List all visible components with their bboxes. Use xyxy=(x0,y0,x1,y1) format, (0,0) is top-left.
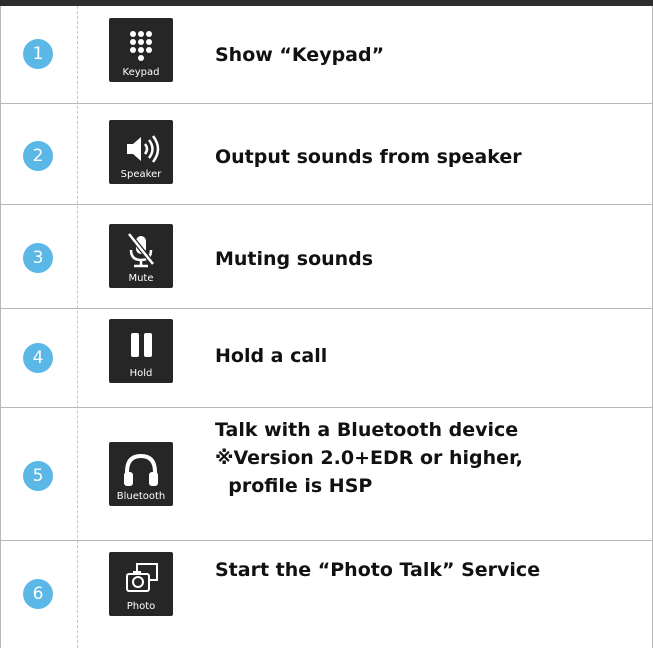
icon-label: Speaker xyxy=(120,169,162,180)
speaker-icon[interactable]: Speaker xyxy=(109,120,173,184)
table-row: 6 Photo Start the “Photo Talk” Service xyxy=(1,541,652,648)
row-description: Start the “Photo Talk” Service xyxy=(215,559,541,581)
row-number-badge: 6 xyxy=(23,579,53,609)
row-number-badge: 3 xyxy=(23,243,53,273)
hold-icon[interactable]: Hold xyxy=(109,319,173,383)
table-row: 4 Hold Hold a call xyxy=(1,309,652,408)
row-number-badge: 5 xyxy=(23,461,53,491)
bluetooth-headphones-icon[interactable]: Bluetooth xyxy=(109,442,173,506)
row-description: Output sounds from speaker xyxy=(215,146,522,168)
table-row: 1 Keypad Show “Keypad” xyxy=(1,6,652,104)
row-description: Show “Keypad” xyxy=(215,44,385,66)
row-description-line: ※Version 2.0+EDR or higher, xyxy=(215,447,523,469)
row-description: Muting sounds xyxy=(215,248,374,270)
icon-label: Hold xyxy=(129,368,153,379)
row-number-badge: 1 xyxy=(23,39,53,69)
table-row: 5 Bluetooth Talk with a Bluetooth device… xyxy=(1,408,652,541)
photo-icon[interactable]: Photo xyxy=(109,552,173,616)
icon-label: Bluetooth xyxy=(116,491,166,502)
mute-icon[interactable]: Mute xyxy=(109,224,173,288)
keypad-icon[interactable]: Keypad xyxy=(109,18,173,82)
row-description-line: Talk with a Bluetooth device xyxy=(215,419,519,441)
table-row: 3 Mute Muting sounds xyxy=(1,205,652,309)
icon-label: Mute xyxy=(128,273,154,284)
icon-label: Keypad xyxy=(122,67,160,78)
table-row: 2 Speaker Output sounds from speaker xyxy=(1,104,652,205)
row-number-badge: 2 xyxy=(23,141,53,171)
row-description-line: profile is HSP xyxy=(215,475,373,497)
feature-table: 1 Keypad Show “Keypad” 2 Speaker Output … xyxy=(0,6,653,648)
row-description: Hold a call xyxy=(215,345,328,367)
row-number-badge: 4 xyxy=(23,343,53,373)
icon-label: Photo xyxy=(126,601,156,612)
